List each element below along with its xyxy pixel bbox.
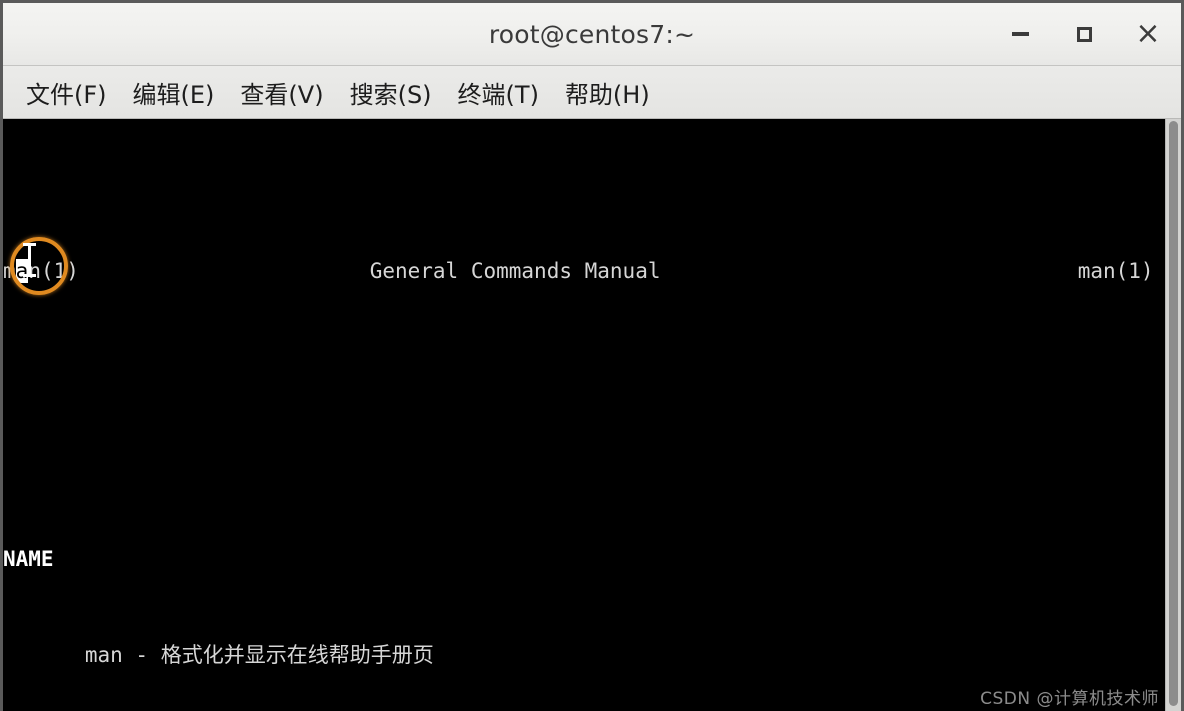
scrollbar-thumb[interactable] (1169, 121, 1178, 706)
menu-search[interactable]: 搜索(S) (337, 71, 445, 114)
menu-file[interactable]: 文件(F) (13, 71, 120, 114)
close-button[interactable]: × (1131, 17, 1165, 51)
section-heading-name: NAME (3, 547, 54, 571)
menu-terminal[interactable]: 终端(T) (445, 71, 552, 114)
manpage-header-left-suffix: n(1) (28, 259, 79, 283)
terminal-scrollbar[interactable] (1165, 119, 1181, 711)
manpage-header-line: man(1) General Commands Manual man(1) (3, 255, 1165, 287)
maximize-button[interactable] (1067, 17, 1101, 51)
name-line-1-text: man - 格式化并显示在线帮助手册页 (84, 643, 434, 667)
window-title: root@centos7:~ (488, 19, 696, 49)
manpage-header-left-prefix: m (3, 259, 16, 283)
menu-bar: 文件(F) 编辑(E) 查看(V) 搜索(S) 终端(T) 帮助(H) (3, 66, 1181, 119)
menu-help[interactable]: 帮助(H) (552, 71, 663, 114)
header-gap-right (660, 259, 1077, 283)
manpage-header-center: General Commands Manual (369, 259, 661, 283)
manpage-header-right: man(1) (1077, 259, 1154, 283)
menu-view[interactable]: 查看(V) (227, 71, 336, 114)
terminal-output: man(1) General Commands Manual man(1) NA… (3, 119, 1165, 711)
terminal-area[interactable]: man(1) General Commands Manual man(1) NA… (3, 119, 1181, 711)
close-icon: × (1135, 16, 1161, 51)
menu-edit[interactable]: 编辑(E) (120, 71, 228, 114)
minimize-button[interactable] (1003, 17, 1037, 51)
window-controls: × (1003, 3, 1165, 65)
header-gap-left (79, 259, 370, 283)
name-line-1: man - 格式化并显示在线帮助手册页 (3, 639, 1165, 671)
terminal-window: root@centos7:~ × 文件(F) 编辑(E) 查看(V) 搜索(S)… (0, 0, 1184, 711)
maximize-icon (1076, 26, 1092, 42)
title-bar[interactable]: root@centos7:~ × (3, 3, 1181, 66)
minimize-icon (1011, 32, 1029, 36)
manpage-header-selection: a (15, 259, 29, 283)
